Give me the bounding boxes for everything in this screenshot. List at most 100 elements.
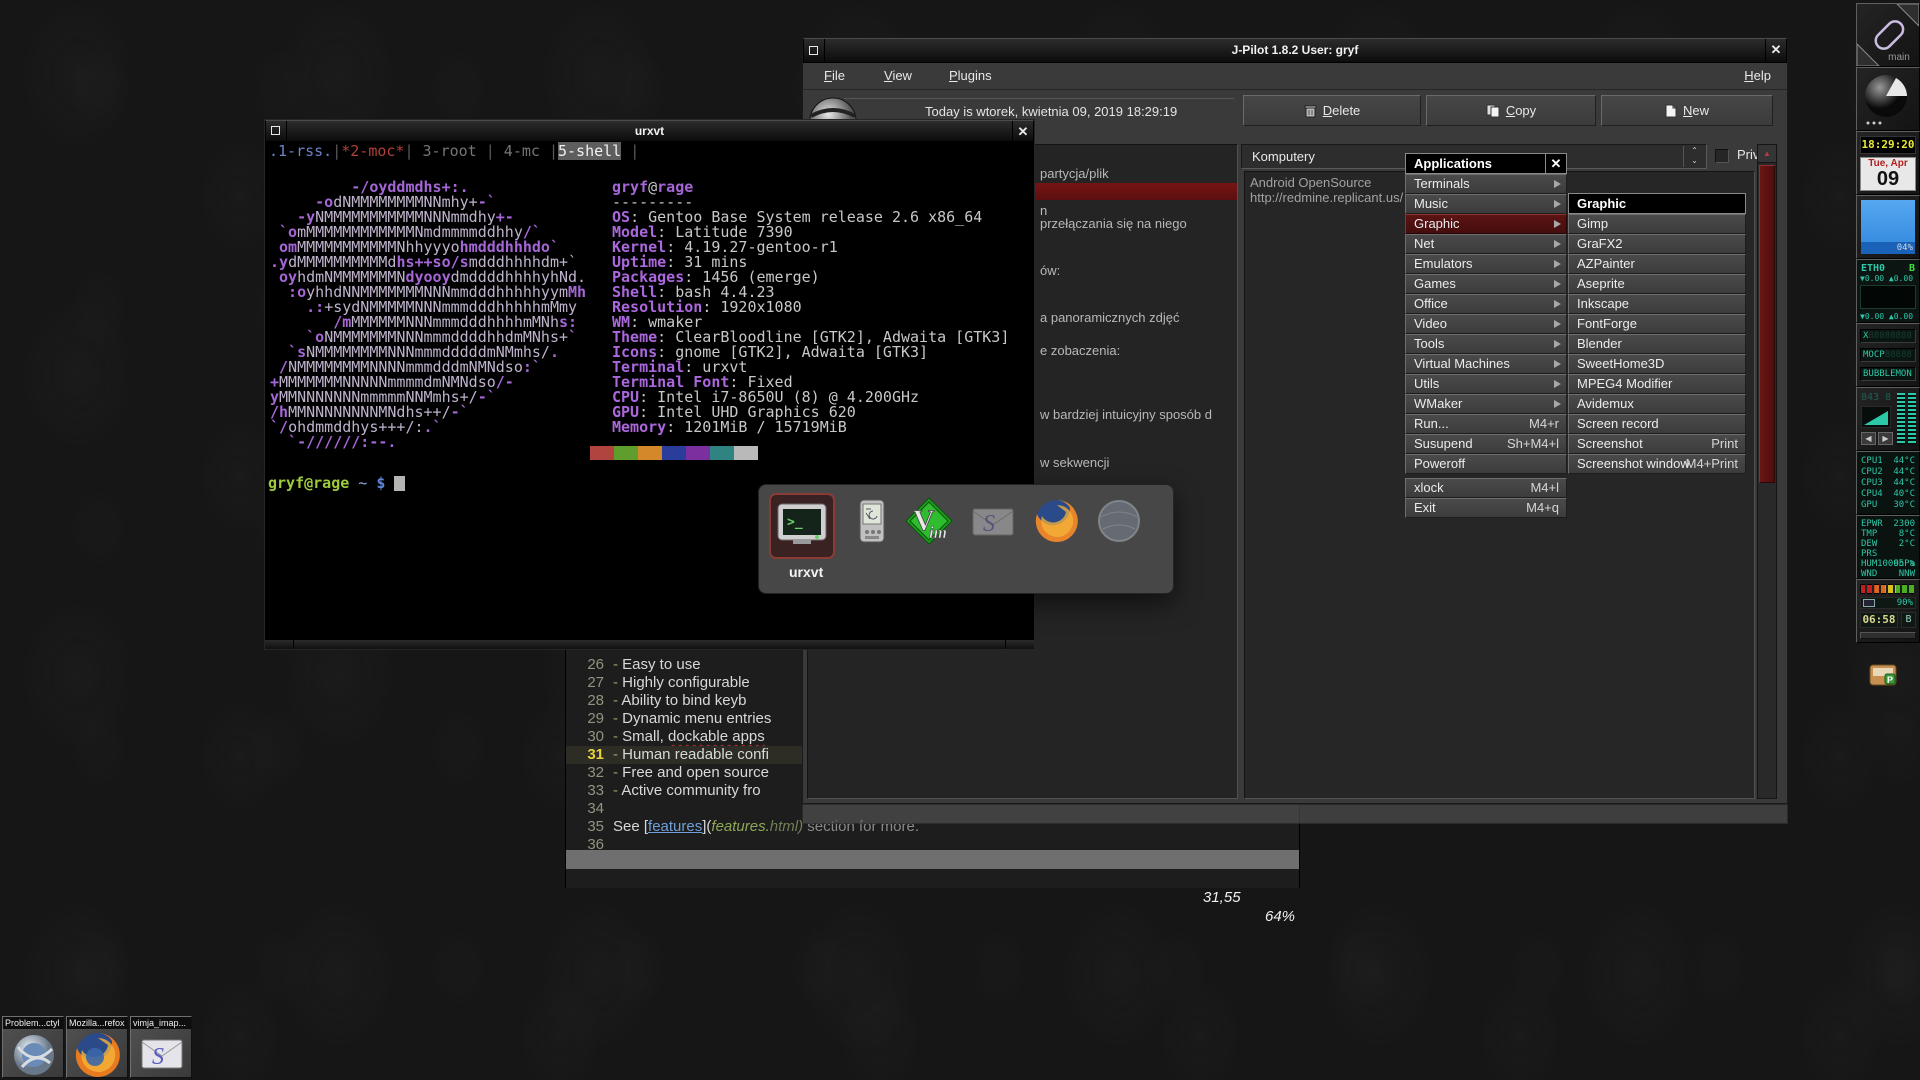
screen-tab[interactable]: |: [404, 142, 413, 160]
menu-close-icon[interactable]: ✕: [1545, 154, 1566, 173]
svg-text:P: P: [1887, 675, 1893, 685]
jpilot-titlebar[interactable]: J-Pilot 1.8.2 User: gryf ✕: [803, 38, 1787, 63]
memo-scrollbar[interactable]: ▲: [1757, 144, 1777, 799]
mixer-level-bar[interactable]: [1908, 393, 1916, 445]
menu-view[interactable]: View: [878, 68, 918, 83]
close-button[interactable]: ✕: [1012, 121, 1033, 141]
mixer-next-button[interactable]: ▶: [1878, 432, 1893, 445]
dock-clock-app[interactable]: 18:29:20 Tue, Apr 09: [1856, 131, 1920, 195]
dock-battery-app[interactable]: 90% 06:58 B: [1856, 579, 1920, 643]
menu-item-video[interactable]: Video: [1405, 314, 1567, 334]
memo-list-row-text[interactable]: e zobaczenia:: [1040, 343, 1120, 358]
copy-button[interactable]: Copy: [1426, 95, 1596, 126]
menu-item-music[interactable]: Music: [1405, 194, 1567, 214]
close-button[interactable]: ✕: [1765, 39, 1786, 62]
screen-tab[interactable]: 5-shell: [558, 142, 621, 160]
submenu-item-sweethome3d[interactable]: SweetHome3D: [1568, 354, 1746, 374]
miniwindow-firefox[interactable]: Mozilla...refox: [66, 1016, 128, 1078]
screen-tab[interactable]: |: [332, 142, 341, 160]
submenu-item-mpeg4-modifier[interactable]: MPEG4 Modifier: [1568, 374, 1746, 394]
screen-tab[interactable]: 4-mc: [495, 142, 549, 160]
terminal-titlebar[interactable]: urxvt ✕: [265, 120, 1034, 142]
vim-icon[interactable]: V im: [905, 497, 953, 545]
screen-tab[interactable]: |: [549, 142, 558, 160]
dock-network-monitor[interactable]: ETH0 B ▼0.00 ▲0.00 ▼0.00 ▲0.00: [1856, 259, 1920, 323]
menu-item-emulators[interactable]: Emulators: [1405, 254, 1567, 274]
menu-item-utils[interactable]: Utils: [1405, 374, 1567, 394]
menu-item-net[interactable]: Net: [1405, 234, 1567, 254]
memo-list-row-text[interactable]: przełączania się na niego: [1040, 216, 1187, 231]
scrollbar-thumb[interactable]: [1759, 165, 1775, 483]
battery-percent: 90%: [1897, 598, 1913, 609]
menu-help[interactable]: Help: [1738, 68, 1777, 83]
screen-tab[interactable]: 3-root: [414, 142, 486, 160]
menu-item-terminals[interactable]: Terminals: [1405, 174, 1567, 194]
delete-button[interactable]: Delete: [1243, 95, 1421, 126]
submenu-item-screenshot-window[interactable]: Screenshot windowM4+Print: [1568, 454, 1746, 474]
submenu-item-blender[interactable]: Blender: [1568, 334, 1746, 354]
memo-list-row-text[interactable]: partycja/plik: [1040, 166, 1109, 181]
dock-blue-monitor-app[interactable]: 04%: [1856, 195, 1920, 259]
terminal-resizebar[interactable]: [265, 639, 1034, 649]
menu-item-exit[interactable]: ExitM4+q: [1405, 498, 1567, 518]
submenu-item-aseprite[interactable]: Aseprite: [1568, 274, 1746, 294]
applications-menu-title[interactable]: Applications ✕: [1405, 153, 1567, 174]
scrollbar-up-arrow-icon[interactable]: ▲: [1758, 145, 1776, 163]
screen-tab[interactable]: .1-rss.: [269, 142, 332, 160]
screen-window-tabbar[interactable]: .1-rss.|*2-moc*| 3-root | 4-mc |5-shell …: [269, 144, 639, 159]
globe-browser-icon[interactable]: [1095, 497, 1143, 545]
private-checkbox[interactable]: [1715, 149, 1729, 163]
palette-swatch: [734, 446, 758, 460]
submenu-item-inkscape[interactable]: Inkscape: [1568, 294, 1746, 314]
new-page-icon: [1665, 103, 1683, 118]
menu-item-xlock[interactable]: xlockM4+l: [1405, 478, 1567, 498]
dock-mail-icon[interactable]: P: [1868, 660, 1898, 690]
menu-item-susupend[interactable]: SusupendSh+M4+l: [1405, 434, 1567, 454]
mail-client-icon[interactable]: S: [969, 497, 1017, 545]
mixer-level-bar[interactable]: [1897, 393, 1905, 445]
dock-sphere-app[interactable]: [1856, 67, 1920, 131]
menu-item-virtual-machines[interactable]: Virtual Machines: [1405, 354, 1567, 374]
screen-tab[interactable]: *2-moc*: [341, 142, 404, 160]
submenu-item-screenshot[interactable]: ScreenshotPrint: [1568, 434, 1746, 454]
submenu-item-screen-record[interactable]: Screen record: [1568, 414, 1746, 434]
menu-item-office[interactable]: Office: [1405, 294, 1567, 314]
submenu-item-azpainter[interactable]: AZPainter: [1568, 254, 1746, 274]
menu-file[interactable]: File: [818, 68, 851, 83]
miniwindow-mail[interactable]: vimja_imap... S: [130, 1016, 192, 1078]
submenu-item-grafx2[interactable]: GraFX2: [1568, 234, 1746, 254]
menu-item-games[interactable]: Games: [1405, 274, 1567, 294]
memo-list-row-text[interactable]: a panoramicznych zdjęć: [1040, 310, 1179, 325]
dock-cpu-temp-monitor[interactable]: CPU144°CCPU244°CCPU344°CCPU440°CGPU30°C: [1856, 451, 1920, 515]
dock-lcd-status-app[interactable]: X88888888 MOCP88888 BUBBLEMON: [1856, 323, 1920, 387]
new-button[interactable]: New: [1601, 95, 1773, 126]
submenu-item-avidemux[interactable]: Avidemux: [1568, 394, 1746, 414]
menu-item-wmaker[interactable]: WMaker: [1405, 394, 1567, 414]
submenu-item-fontforge[interactable]: FontForge: [1568, 314, 1746, 334]
screen-tab[interactable]: |: [486, 142, 495, 160]
palm-pilot-icon[interactable]: [847, 497, 895, 545]
submenu-item-gimp[interactable]: Gimp: [1568, 214, 1746, 234]
screen-tab[interactable]: |: [621, 142, 639, 160]
dock-weather-app[interactable]: EPWR2300TMP8°CDEW2°CPRS1009hPaHUM65 %WND…: [1856, 515, 1920, 579]
miniwindow-chromium[interactable]: Problem...ctyl: [2, 1016, 64, 1078]
jpilot-bottom-resize-edge[interactable]: [802, 804, 1788, 824]
dock-clip-workspace[interactable]: main: [1856, 3, 1920, 67]
spinner-arrows-icon[interactable]: ⌃⌄: [1683, 146, 1705, 167]
menu-item-tools[interactable]: Tools: [1405, 334, 1567, 354]
applications-menu: Applications ✕ TerminalsMusicGraphicNetE…: [1405, 153, 1567, 518]
menu-plugins[interactable]: Plugins: [943, 68, 998, 83]
memo-list-row-text[interactable]: w sekwencji: [1040, 455, 1109, 470]
memo-list-row-text[interactable]: ów:: [1040, 263, 1060, 278]
app-switcher-panel: >_ urxvt V im S: [758, 484, 1174, 594]
mixer-prev-button[interactable]: ◀: [1861, 432, 1876, 445]
memo-list-row-text[interactable]: w bardziej intuicyjny sposób d: [1040, 407, 1212, 422]
close-icon: ✕: [1013, 123, 1033, 140]
menu-item-run-[interactable]: Run...M4+r: [1405, 414, 1567, 434]
menu-item-poweroff[interactable]: Poweroff: [1405, 454, 1567, 474]
firefox-icon[interactable]: [1033, 497, 1081, 545]
dock-mixer-app[interactable]: 843 8 ◀ ▶: [1856, 387, 1920, 451]
menu-item-graphic[interactable]: Graphic: [1405, 214, 1567, 234]
graphic-submenu-title[interactable]: Graphic: [1568, 193, 1746, 214]
switcher-selected-tile[interactable]: >_: [769, 493, 835, 559]
